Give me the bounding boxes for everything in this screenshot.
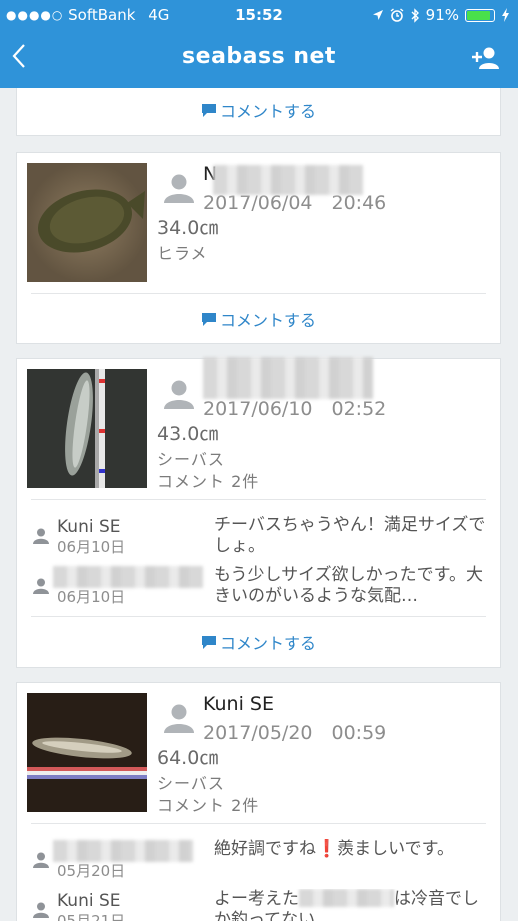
post-username[interactable]: Kuni SE (203, 693, 274, 715)
redacted-username (213, 165, 363, 195)
commenter-avatar-icon (33, 852, 49, 868)
user-avatar-icon (164, 380, 194, 409)
fish-size: 43.0㎝ (157, 423, 219, 445)
fish-species: シーバス (157, 774, 225, 793)
comment-text: もう少しサイズ欲しかったです。大きいのがいるような気配… (214, 565, 483, 606)
comment-date: 05月21日 (57, 912, 126, 921)
comment-button-label: コメントする (219, 311, 316, 330)
status-icons: 91% (372, 6, 510, 24)
comment-text-part: 羨ましいです。 (337, 839, 454, 859)
battery-icon (465, 8, 495, 22)
status-bar: ●●●●○ SoftBank 4G 15:52 91% (0, 0, 518, 30)
comment-date: 06月10日 (57, 538, 126, 556)
page-title: seabass net (182, 44, 336, 69)
post-summary[interactable]: Kuni SE 2017/05/20 00:59 64.0㎝ シーバス コメント… (17, 683, 500, 823)
post-summary[interactable]: 2017/06/10 02:52 43.0㎝ シーバス コメント 2件 (17, 357, 500, 499)
catch-photo[interactable] (27, 369, 147, 488)
fish-size: 34.0㎝ (157, 217, 219, 239)
redacted-username (203, 357, 373, 399)
navigation-bar: seabass net (0, 30, 518, 88)
charging-icon (502, 8, 509, 22)
comment-list: Kuni SE 06月10日 チーバスちゃうやん！満足サイズでしょ。 06月10… (17, 500, 500, 616)
alarm-icon (390, 8, 404, 22)
comment-text: チーバスちゃうやん！満足サイズでしょ。 (214, 515, 486, 556)
catch-photo[interactable] (27, 693, 147, 812)
battery-fill (467, 10, 491, 20)
comment-date: 05月20日 (57, 862, 126, 880)
comment-button-label: コメントする (219, 102, 316, 121)
add-user-button[interactable] (472, 46, 502, 74)
post-summary[interactable]: N 2017/06/04 20:46 34.0㎝ ヒラメ (17, 153, 500, 293)
comment-button[interactable]: コメントする (17, 88, 500, 135)
user-avatar-icon (164, 704, 194, 733)
post-card: 2017/06/10 02:52 43.0㎝ シーバス コメント 2件 Kuni… (16, 357, 501, 668)
exclamation-icon: ❗ (316, 839, 338, 859)
comment-date: 06月10日 (57, 588, 126, 606)
post-card: N 2017/06/04 20:46 34.0㎝ ヒラメ コメントする (16, 152, 501, 344)
redacted-username (53, 840, 193, 862)
commenter-avatar-icon (33, 902, 49, 918)
commenter-name: Kuni SE (57, 891, 121, 911)
comment-text-part: よー考えた (214, 889, 299, 909)
comment-row[interactable]: Kuni SE 06月10日 チーバスちゃうやん！満足サイズでしょ。 (17, 514, 500, 564)
comment-text-part: 絶好調ですね (214, 839, 316, 859)
battery-percentage: 91% (425, 6, 459, 24)
comment-bubble-icon (201, 635, 216, 649)
comment-row[interactable]: 05月20日 絶好調ですね❗羨ましいです。 (17, 838, 500, 888)
commenter-name: Kuni SE (57, 517, 121, 537)
fish-species: シーバス (157, 450, 225, 469)
post-card: コメントする (16, 88, 501, 136)
comment-count[interactable]: コメント 2件 (157, 468, 259, 492)
post-date: 2017/05/20 00:59 (203, 722, 387, 744)
catch-photo[interactable] (27, 163, 147, 282)
fish-size: 64.0㎝ (157, 747, 219, 769)
comment-button[interactable]: コメントする (17, 294, 500, 344)
location-icon (372, 10, 383, 20)
commenter-avatar-icon (33, 578, 49, 594)
fish-species: ヒラメ (157, 244, 208, 263)
comment-row[interactable]: Kuni SE 05月21日 よー考えた は冷音でしか釣ってない (17, 888, 500, 921)
comment-list: 05月20日 絶好調ですね❗羨ましいです。 Kuni SE 05月21日 よー考… (17, 824, 500, 921)
add-user-icon (472, 47, 499, 69)
comment-button-label: コメントする (219, 634, 316, 653)
comment-count[interactable]: コメント 2件 (157, 792, 259, 816)
redacted-username (53, 566, 203, 588)
bluetooth-icon (411, 7, 419, 23)
feed[interactable]: コメントする N 2017/06/04 20:46 34.0㎝ ヒラメ コメント… (0, 88, 518, 921)
comment-button[interactable]: コメントする (17, 617, 500, 667)
user-avatar-icon (164, 174, 194, 203)
comment-text: 絶好調ですね❗羨ましいです。 (214, 839, 486, 881)
redacted-text (299, 889, 394, 907)
commenter-avatar-icon (33, 528, 49, 544)
comment-bubble-icon (201, 312, 216, 326)
comment-row[interactable]: 06月10日 もう少しサイズ欲しかったです。大きいのがいるような気配… (17, 564, 500, 614)
post-card: Kuni SE 2017/05/20 00:59 64.0㎝ シーバス コメント… (16, 682, 501, 921)
comment-bubble-icon (201, 103, 216, 117)
comment-text: よー考えた は冷音でしか釣ってない (214, 889, 486, 921)
